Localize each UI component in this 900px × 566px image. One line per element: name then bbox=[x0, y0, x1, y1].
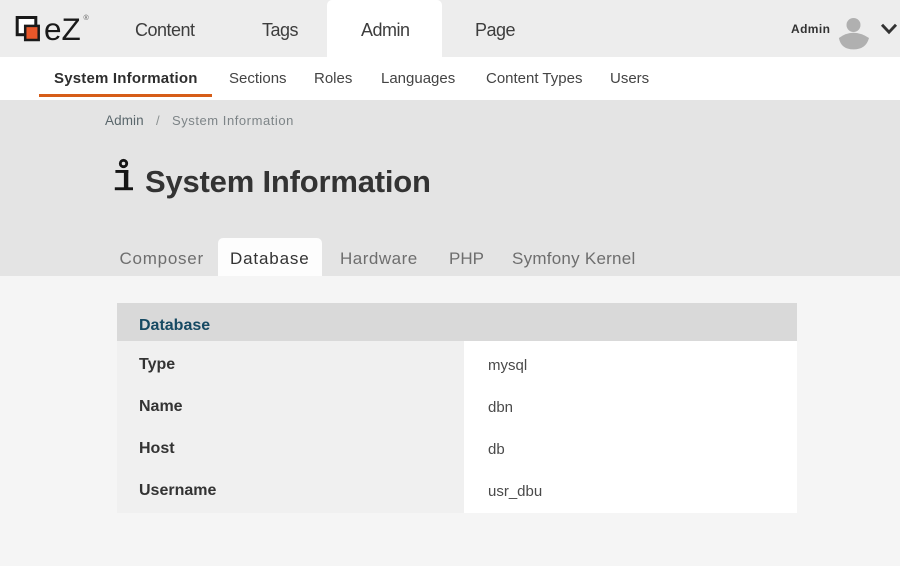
svg-text:eZ: eZ bbox=[44, 11, 81, 47]
svg-text:®: ® bbox=[84, 14, 90, 22]
